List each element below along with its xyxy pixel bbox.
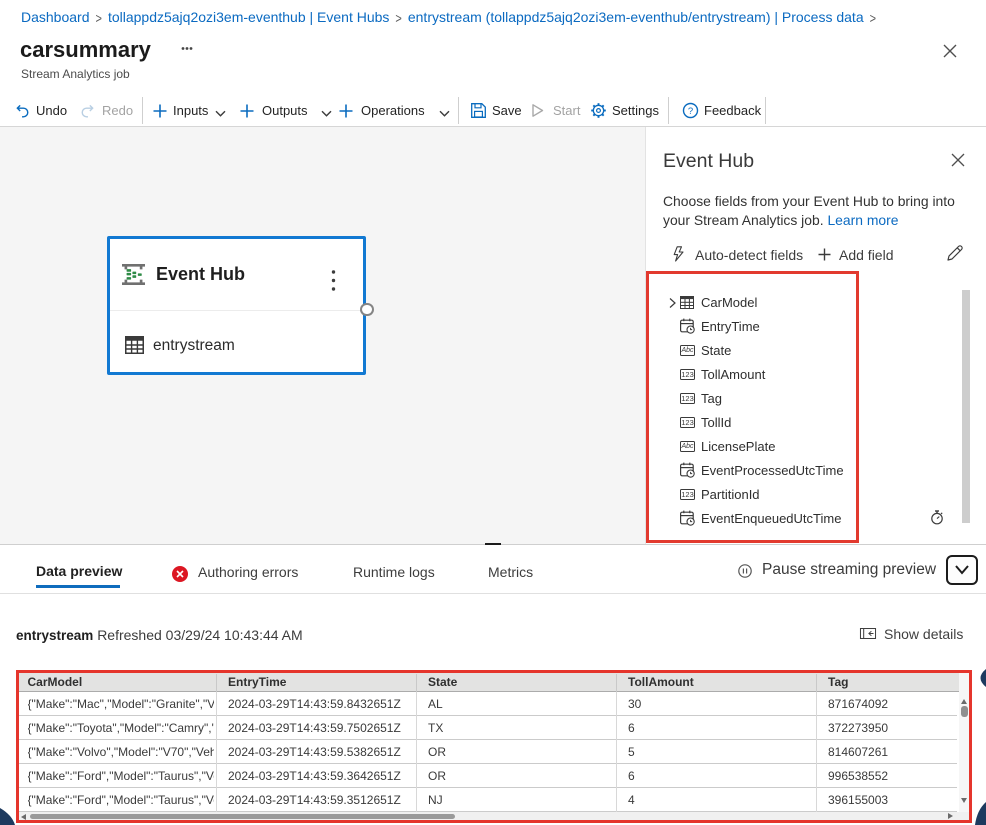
svg-text:?: ? [688,106,693,117]
